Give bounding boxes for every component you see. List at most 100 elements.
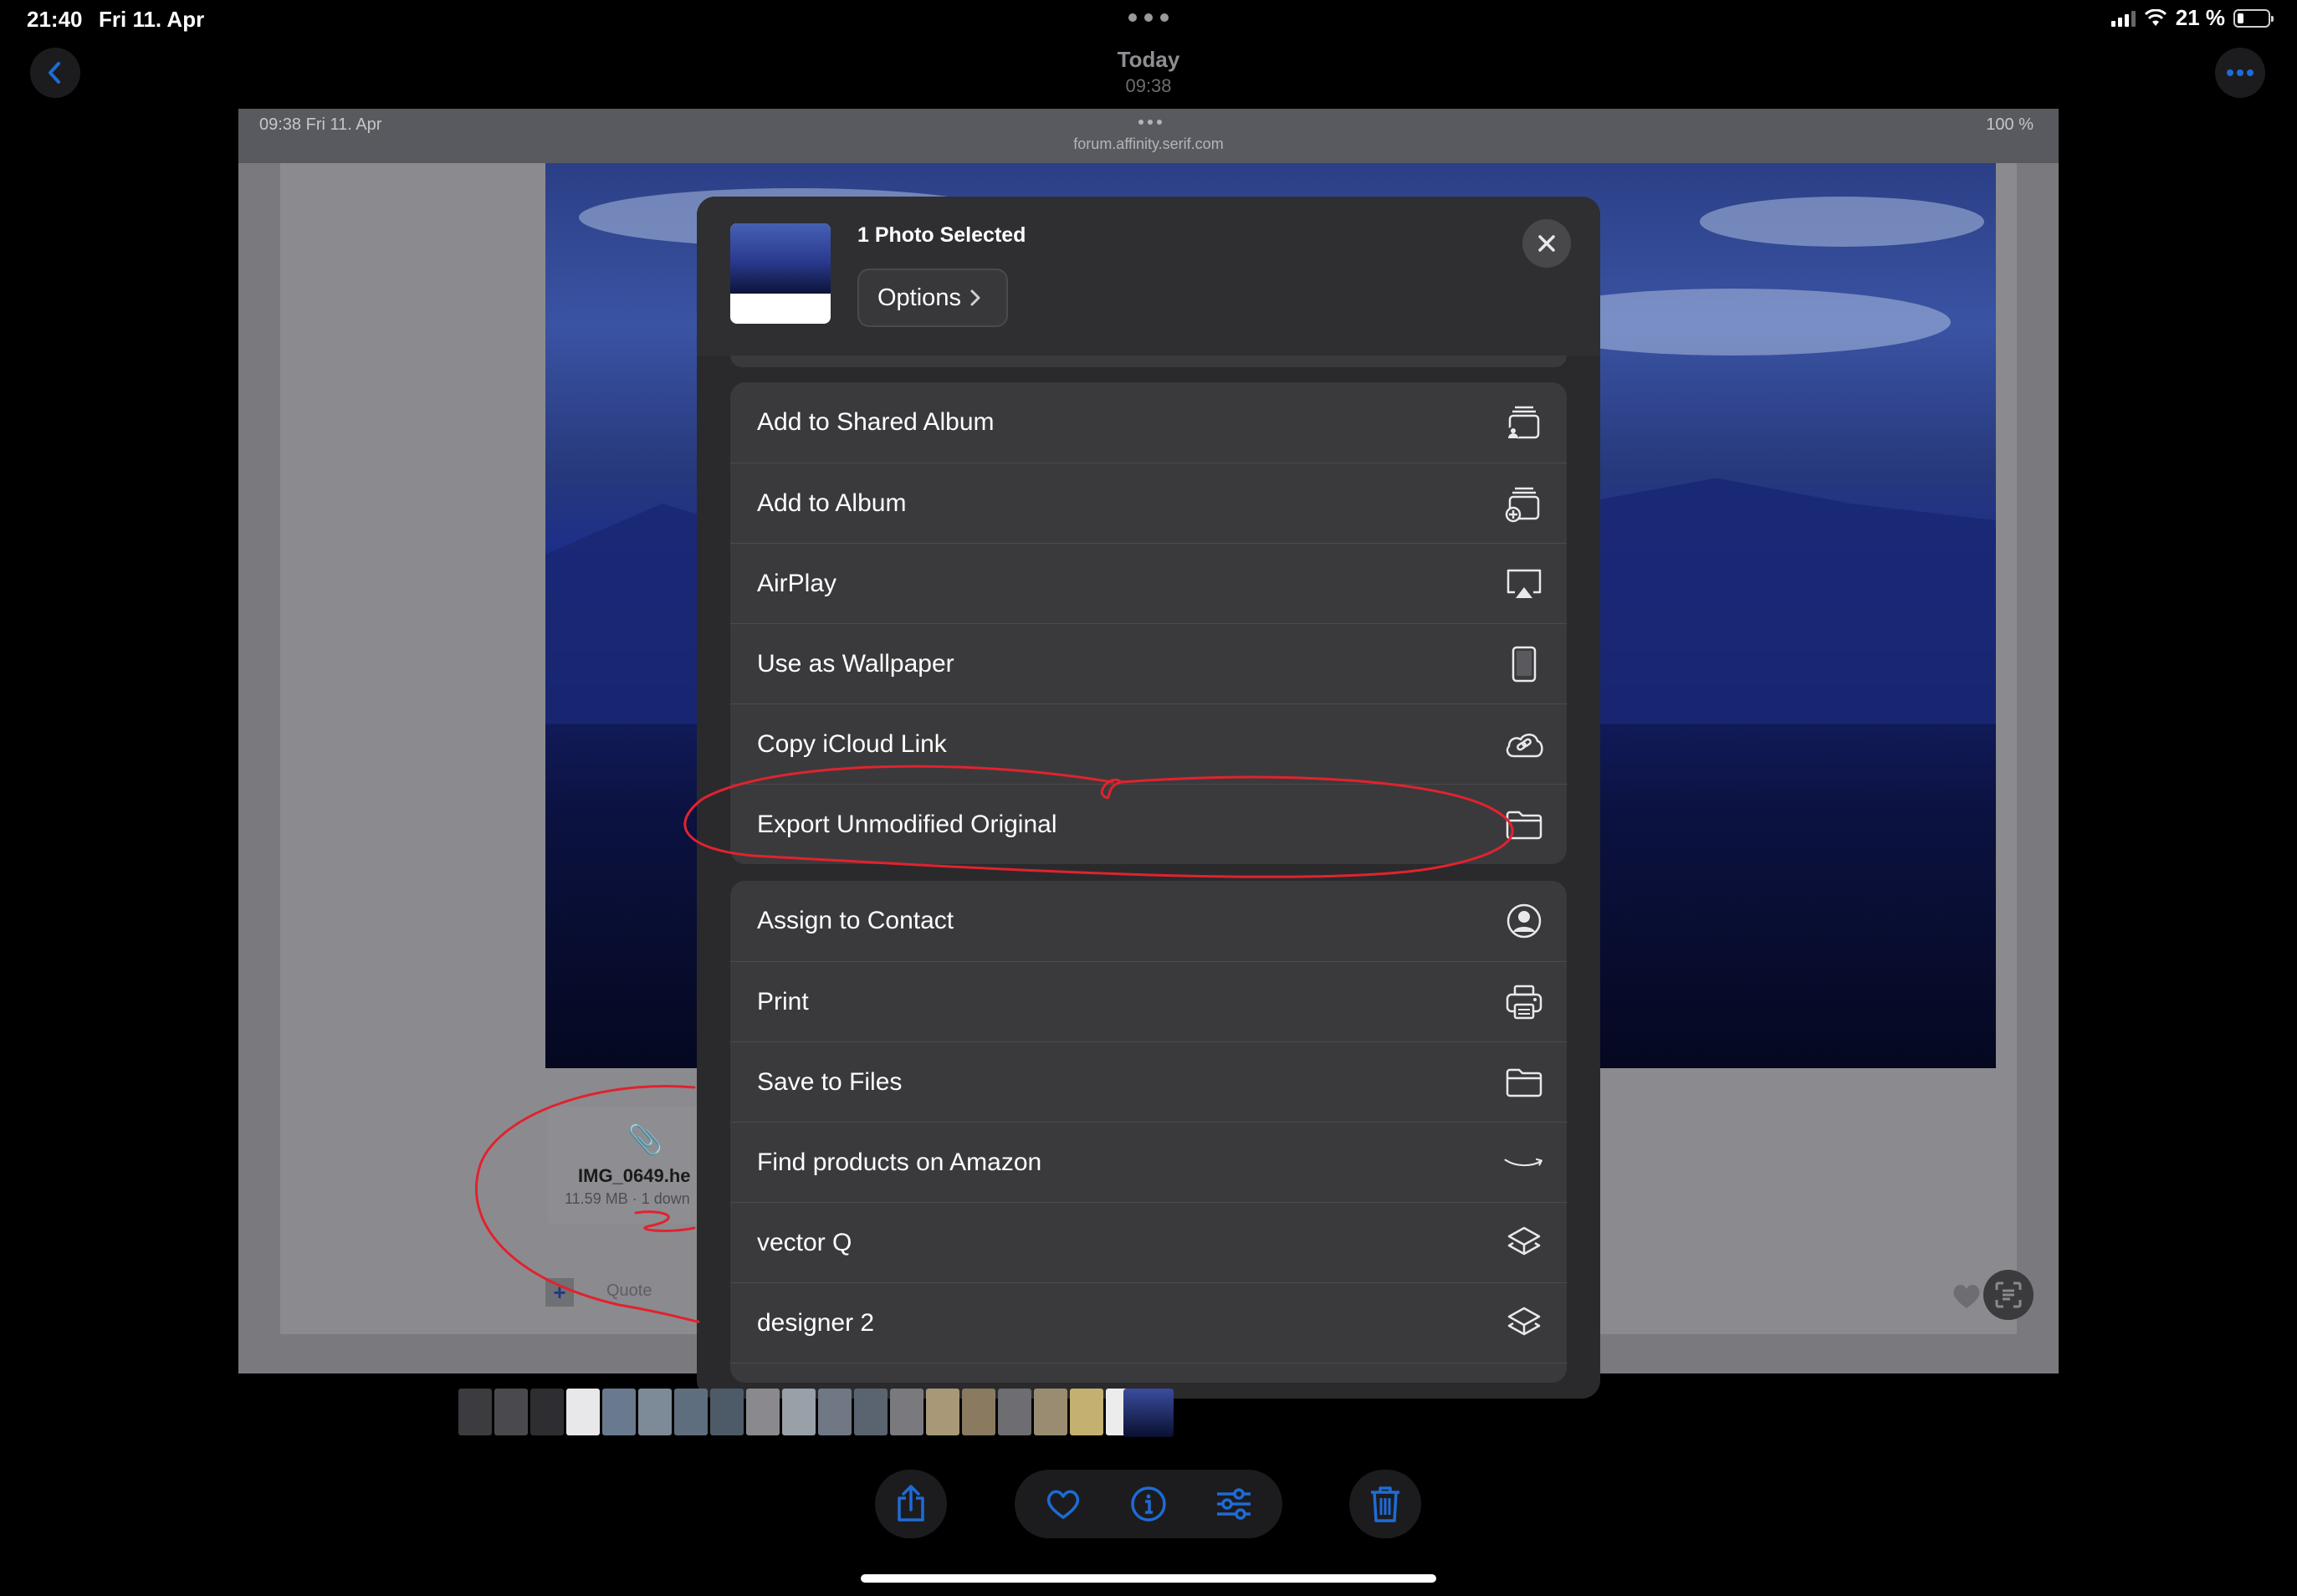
action-label: Print xyxy=(757,987,809,1015)
action-label: designer 2 xyxy=(757,1308,875,1337)
thumbnail[interactable] xyxy=(638,1389,672,1435)
thumbnail[interactable] xyxy=(1034,1389,1067,1435)
ellipsis-icon xyxy=(2227,69,2254,76)
cellular-signal-icon xyxy=(2110,10,2136,27)
thumbnail[interactable] xyxy=(494,1389,528,1435)
action-label: Add to Album xyxy=(757,489,907,517)
live-text-button[interactable] xyxy=(1983,1270,2034,1320)
action-row[interactable]: Export Unmodified Original xyxy=(730,784,1567,864)
photo-app-icon xyxy=(1503,1383,1545,1384)
action-label: Copy iCloud Link xyxy=(757,729,947,758)
action-row[interactable]: Find products on Amazon xyxy=(730,1122,1567,1202)
action-row[interactable]: Add to Shared Album xyxy=(730,382,1567,463)
selected-photo-thumbnail xyxy=(730,223,831,324)
action-row[interactable]: Assign to Contact xyxy=(730,881,1567,961)
info-icon[interactable] xyxy=(1130,1486,1167,1522)
wifi-icon xyxy=(2144,8,2167,26)
battery-percent: 21 % xyxy=(2175,5,2225,30)
share-sheet-title: 1 Photo Selected xyxy=(857,223,1026,247)
live-text-icon xyxy=(1995,1281,2022,1308)
home-indicator[interactable] xyxy=(861,1574,1436,1583)
action-row[interactable]: designer 2 xyxy=(730,1282,1567,1363)
thumbnail[interactable] xyxy=(998,1389,1031,1435)
thumbnail[interactable] xyxy=(818,1389,852,1435)
screenshot-dots-icon xyxy=(1138,120,1162,125)
thumbnail[interactable] xyxy=(458,1389,492,1435)
options-button[interactable]: Options xyxy=(857,269,1008,327)
heart-icon xyxy=(1953,1284,1980,1308)
heart-icon[interactable] xyxy=(1045,1487,1082,1521)
nav-title: Today xyxy=(1117,47,1180,72)
plus-icon: + xyxy=(545,1278,574,1307)
action-row[interactable]: AirPlay xyxy=(730,543,1567,623)
action-row[interactable]: Add to Album xyxy=(730,463,1567,543)
screenshot-status-right: 100 % xyxy=(1986,115,2034,134)
thumbnail[interactable] xyxy=(674,1389,708,1435)
action-label: Assign to Contact xyxy=(757,907,954,934)
thumbnail[interactable] xyxy=(602,1389,636,1435)
printer-icon xyxy=(1503,981,1545,1023)
action-row[interactable]: photo 2 xyxy=(730,1363,1567,1383)
folder-icon xyxy=(1503,1061,1545,1103)
action-pill xyxy=(1015,1470,1282,1538)
action-row[interactable]: vector Q xyxy=(730,1202,1567,1282)
chevron-right-icon xyxy=(970,289,980,306)
thumbnail[interactable] xyxy=(926,1389,959,1435)
close-icon xyxy=(1538,235,1555,252)
wallpaper-icon xyxy=(1503,643,1545,685)
battery-icon xyxy=(2233,8,2274,28)
multitasking-dots-icon[interactable] xyxy=(1128,13,1169,23)
action-label: AirPlay xyxy=(757,569,837,597)
options-label: Options xyxy=(877,284,961,311)
share-icon xyxy=(898,1485,924,1522)
thumbnail[interactable] xyxy=(1070,1389,1103,1435)
more-button[interactable] xyxy=(2215,48,2265,98)
thumbnail[interactable] xyxy=(566,1389,600,1435)
share-button[interactable] xyxy=(875,1470,947,1538)
thumbnail[interactable] xyxy=(962,1389,995,1435)
airplay-icon xyxy=(1503,563,1545,605)
cloud-link-icon xyxy=(1503,724,1545,765)
quote-label: Quote xyxy=(606,1281,652,1300)
thumbnail[interactable] xyxy=(746,1389,780,1435)
action-row[interactable]: Save to Files xyxy=(730,1041,1567,1122)
close-button[interactable] xyxy=(1522,219,1571,268)
action-row[interactable]: Print xyxy=(730,961,1567,1041)
action-label: Use as Wallpaper xyxy=(757,649,954,678)
share-sheet: 1 Photo Selected Options Add to Shared A… xyxy=(697,197,1600,1399)
action-label: Add to Shared Album xyxy=(757,408,995,436)
thumbnail-strip[interactable] xyxy=(458,1389,1139,1439)
screenshot-status-time: 09:38 Fri 11. Apr xyxy=(259,115,382,134)
thumbnail[interactable] xyxy=(710,1389,744,1435)
attachment-meta: 11.59 MB · 1 down xyxy=(565,1190,690,1207)
action-label: Find products on Amazon xyxy=(757,1148,1042,1176)
shared-album-icon xyxy=(1503,402,1545,443)
header-divider xyxy=(730,356,1567,367)
action-label: Export Unmodified Original xyxy=(757,810,1057,838)
thumbnail[interactable] xyxy=(890,1389,923,1435)
paperclip-icon: 📎 xyxy=(627,1124,663,1156)
adjust-icon[interactable] xyxy=(1215,1487,1252,1521)
thumbnail[interactable] xyxy=(782,1389,816,1435)
status-time: 21:40 xyxy=(27,7,83,32)
current-thumbnail[interactable] xyxy=(1123,1389,1174,1437)
action-row[interactable]: Use as Wallpaper xyxy=(730,623,1567,703)
thumbnail[interactable] xyxy=(854,1389,888,1435)
folder-icon xyxy=(1503,804,1545,846)
attachment-name: IMG_0649.he xyxy=(578,1165,691,1186)
amazon-icon xyxy=(1503,1142,1545,1184)
nav-subtitle: 09:38 xyxy=(1125,75,1172,96)
action-label: Save to Files xyxy=(757,1067,903,1096)
trash-icon xyxy=(1371,1486,1399,1522)
contact-icon xyxy=(1503,900,1545,942)
screenshot-status-bar: 09:38 Fri 11. Apr forum.affinity.serif.c… xyxy=(238,109,2059,163)
thumbnail[interactable] xyxy=(530,1389,564,1435)
share-sheet-header: 1 Photo Selected Options xyxy=(697,197,1600,356)
action-group-primary: Add to Shared Album Add to Album AirPlay Us… xyxy=(730,382,1567,864)
screenshot-url: forum.affinity.serif.com xyxy=(1073,136,1224,152)
delete-button[interactable] xyxy=(1349,1470,1421,1538)
status-date: Fri 11. Apr xyxy=(99,7,205,32)
status-indicators: 21 % xyxy=(2110,5,2274,31)
action-row[interactable]: Copy iCloud Link xyxy=(730,703,1567,784)
layers-icon xyxy=(1503,1222,1545,1264)
